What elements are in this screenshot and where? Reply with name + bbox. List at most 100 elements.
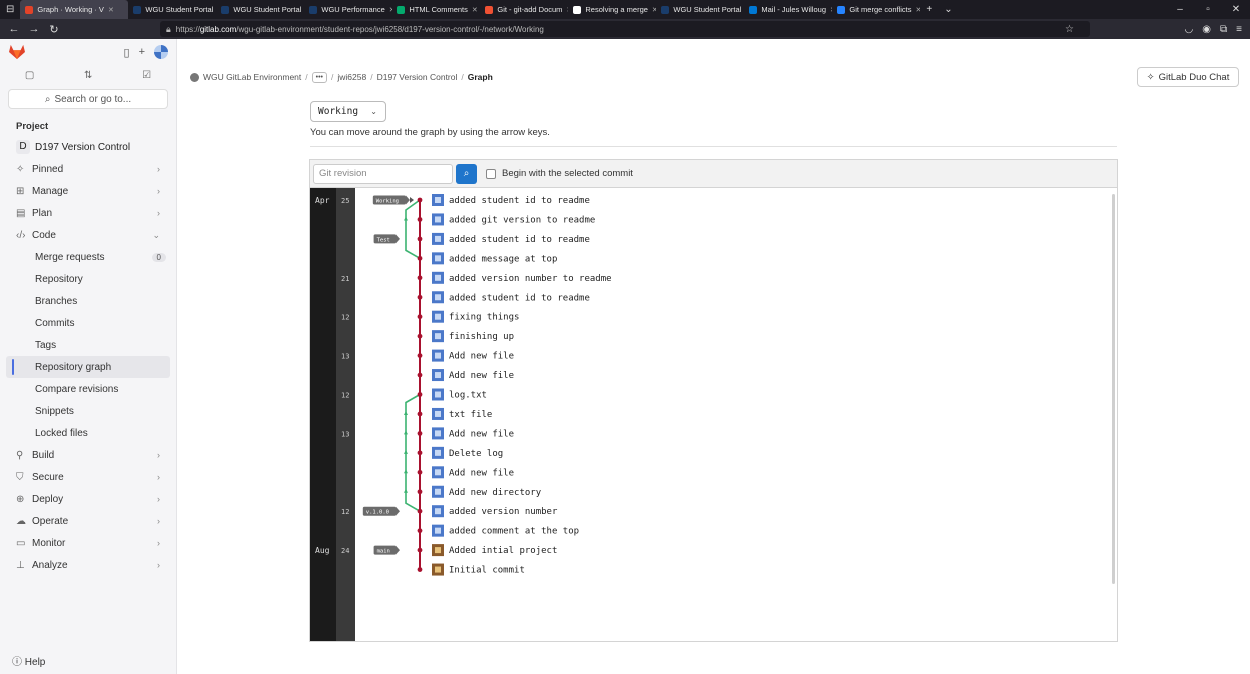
commit-message[interactable]: Added intial project bbox=[449, 546, 557, 556]
tab-overflow-icon[interactable]: ⌄ bbox=[938, 4, 958, 15]
sidebar-subitem-repository[interactable]: Repository bbox=[0, 268, 176, 290]
commit-dot[interactable] bbox=[417, 217, 423, 222]
tab-list-icon[interactable]: ⊟ bbox=[0, 4, 20, 15]
browser-tab[interactable]: WGU Performance ✕ bbox=[304, 0, 392, 19]
browser-tab[interactable]: Git merge conflicts ✕ bbox=[832, 0, 920, 19]
commit-dot[interactable] bbox=[417, 411, 423, 417]
sidebar-subitem-merge-requests[interactable]: Merge requests 0 bbox=[0, 246, 176, 268]
commit-message[interactable]: added git version to readme bbox=[449, 215, 595, 225]
breadcrumb-org[interactable]: WGU GitLab Environment bbox=[203, 72, 301, 82]
sidebar-item-build[interactable]: ⚲ Build › bbox=[0, 444, 176, 466]
commit-dot[interactable] bbox=[417, 197, 423, 203]
commit-message[interactable]: added student id to readme bbox=[449, 293, 590, 303]
commit-message[interactable]: Add new directory bbox=[449, 488, 542, 498]
user-avatar[interactable] bbox=[154, 45, 168, 59]
close-window-icon[interactable]: ✕ bbox=[1222, 4, 1250, 15]
sidebar-item-deploy[interactable]: ⊕ Deploy › bbox=[0, 488, 176, 510]
checkbox-box[interactable] bbox=[486, 168, 496, 179]
commit-message[interactable]: Initial commit bbox=[449, 566, 525, 576]
browser-tab[interactable]: HTML Comments ✕ bbox=[392, 0, 480, 19]
menu-icon[interactable]: ≡ bbox=[1236, 24, 1242, 35]
extensions-icon[interactable]: ⧉ bbox=[1220, 24, 1227, 35]
sidebar-item-plan[interactable]: ▤ Plan › bbox=[0, 202, 176, 224]
sidebar-item-monitor[interactable]: ▭ Monitor › bbox=[0, 532, 176, 554]
sidebar-subitem-tags[interactable]: Tags bbox=[0, 334, 176, 356]
commit-dot[interactable] bbox=[417, 469, 423, 475]
tab-close-icon[interactable]: ✕ bbox=[108, 6, 114, 14]
commit-message[interactable]: added version number bbox=[449, 507, 558, 517]
sidebar-subitem-repository-graph[interactable]: Repository graph bbox=[6, 356, 170, 378]
sidebar-subitem-snippets[interactable]: Snippets bbox=[0, 400, 176, 422]
commit-dot[interactable] bbox=[417, 255, 423, 261]
commit-message[interactable]: added comment at the top bbox=[449, 527, 579, 537]
commit-message[interactable]: finishing up bbox=[449, 332, 514, 342]
begin-with-selected-checkbox[interactable]: Begin with the selected commit bbox=[486, 168, 633, 179]
ref-label[interactable]: Working bbox=[376, 199, 399, 205]
commit-dot[interactable] bbox=[417, 450, 423, 456]
browser-tab[interactable]: Graph · Working · V ✕ bbox=[20, 0, 129, 19]
issues-icon[interactable]: ▢ bbox=[25, 70, 34, 81]
browser-tab[interactable]: WGU Student Portal✕ bbox=[656, 0, 744, 19]
commit-dot[interactable] bbox=[417, 547, 423, 553]
sidebar-subitem-commits[interactable]: Commits bbox=[0, 312, 176, 334]
browser-tab[interactable]: Git - git-add Docum✕ bbox=[480, 0, 568, 19]
breadcrumb-ellipsis[interactable]: ••• bbox=[311, 71, 327, 83]
commit-message[interactable]: fixing things bbox=[449, 313, 519, 323]
browser-tab[interactable]: Mail - Jules Willoug✕ bbox=[744, 0, 832, 19]
ref-label[interactable]: v.1.0.0 bbox=[366, 510, 389, 516]
search-button[interactable]: ⌕ Search or go to... bbox=[8, 89, 168, 109]
create-new-icon[interactable]: + bbox=[139, 46, 145, 58]
todo-icon[interactable]: ☑ bbox=[142, 70, 151, 81]
minimize-icon[interactable]: – bbox=[1166, 4, 1194, 15]
account-icon[interactable]: ◉ bbox=[1202, 24, 1211, 35]
commit-dot[interactable] bbox=[417, 372, 423, 378]
commit-dot[interactable] bbox=[417, 567, 423, 572]
sidebar-item-secure[interactable]: ⛉ Secure › bbox=[0, 466, 176, 488]
sidebar-item-code[interactable]: ‹/› Code ⌄ bbox=[0, 224, 176, 246]
tab-close-icon[interactable]: ✕ bbox=[472, 6, 478, 14]
commit-message[interactable]: added message at top bbox=[449, 254, 557, 264]
new-tab-icon[interactable]: + bbox=[920, 4, 938, 15]
commit-dot[interactable] bbox=[417, 333, 423, 339]
commit-dot[interactable] bbox=[417, 236, 423, 242]
sidebar-subitem-locked-files[interactable]: Locked files bbox=[0, 422, 176, 444]
sidebar-item-analyze[interactable]: ⊥ Analyze › bbox=[0, 554, 176, 576]
back-icon[interactable]: ← bbox=[4, 23, 24, 35]
sidebar-subitem-compare-revisions[interactable]: Compare revisions bbox=[0, 378, 176, 400]
commit-message[interactable]: Add new file bbox=[449, 371, 514, 381]
commit-dot[interactable] bbox=[417, 431, 423, 436]
forward-icon[interactable]: → bbox=[24, 23, 44, 35]
commit-message[interactable]: Add new file bbox=[449, 429, 514, 439]
browser-tab[interactable]: WGU Student Portal✕ bbox=[216, 0, 304, 19]
sidebar-subitem-branches[interactable]: Branches bbox=[0, 290, 176, 312]
sidebar-item-operate[interactable]: ☁ Operate › bbox=[0, 510, 176, 532]
commit-dot[interactable] bbox=[417, 528, 423, 534]
commit-dot[interactable] bbox=[417, 314, 423, 320]
commit-message[interactable]: Add new file bbox=[449, 352, 514, 362]
project-link[interactable]: D D197 Version Control bbox=[0, 136, 176, 158]
bookmark-star-icon[interactable]: ☆ bbox=[1065, 24, 1074, 35]
commit-message[interactable]: Add new file bbox=[449, 468, 514, 478]
revision-search-button[interactable]: ⌕ bbox=[456, 163, 477, 184]
browser-tab[interactable]: WGU Student Portal✕ bbox=[128, 0, 216, 19]
graph-scrollbar[interactable] bbox=[1112, 194, 1115, 584]
breadcrumb-project[interactable]: D197 Version Control bbox=[377, 72, 458, 82]
commit-message[interactable]: Delete log bbox=[449, 449, 503, 459]
commit-dot[interactable] bbox=[417, 294, 423, 300]
sidebar-item-pinned[interactable]: ✧ Pinned › bbox=[0, 158, 176, 180]
commit-message[interactable]: added version number to readme bbox=[449, 274, 612, 284]
breadcrumb-user[interactable]: jwi6258 bbox=[337, 72, 366, 82]
reload-icon[interactable]: ↻ bbox=[44, 23, 64, 36]
gitlab-logo-icon[interactable] bbox=[8, 44, 26, 60]
commit-message[interactable]: added student id to readme bbox=[449, 196, 590, 206]
ref-label[interactable]: main bbox=[377, 549, 390, 555]
ref-label[interactable]: Test bbox=[377, 237, 390, 243]
sidebar-toggle-icon[interactable]: ▯ bbox=[124, 46, 130, 59]
network-graph-svg[interactable]: Apr Aug 25 21 12 13 12 13 12 24 Working Test v.1.0.0… bbox=[310, 188, 1117, 642]
commit-dot[interactable] bbox=[417, 353, 423, 358]
url-bar[interactable]: 🔒︎ https://gitlab.com/wgu-gitlab-environ… bbox=[160, 21, 1090, 37]
commit-dot[interactable] bbox=[417, 392, 423, 397]
commit-message[interactable]: added student id to readme bbox=[449, 235, 590, 245]
help-button[interactable]: ⓘ Help bbox=[12, 653, 45, 668]
pocket-icon[interactable]: ◡ bbox=[1185, 24, 1194, 35]
